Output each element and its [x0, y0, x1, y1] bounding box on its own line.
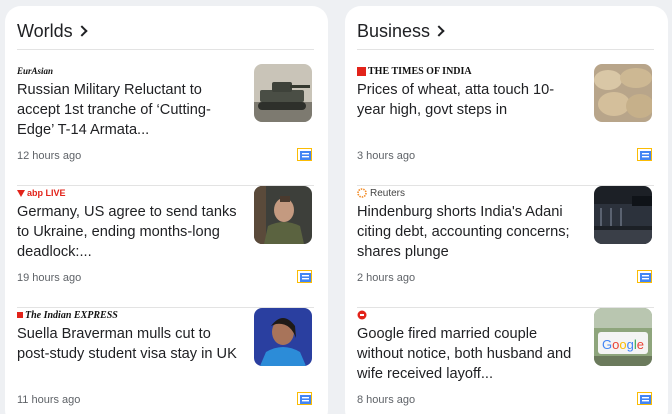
article-thumbnail[interactable]: Google — [594, 308, 652, 366]
source-logo-abp-live: abp LIVE — [17, 186, 66, 200]
article-thumbnail[interactable] — [254, 308, 312, 366]
business-section-header[interactable]: Business — [357, 20, 654, 50]
svg-text:Google: Google — [602, 337, 644, 352]
full-coverage-icon[interactable] — [297, 270, 312, 283]
article-time: 3 hours ago — [357, 150, 416, 162]
world-section-header[interactable]: Worlds — [17, 20, 314, 50]
indian-express-logo-icon — [17, 312, 23, 318]
article-thumbnail[interactable] — [254, 186, 312, 244]
chevron-right-icon[interactable] — [76, 25, 88, 37]
source-logo-reuters: Reuters — [357, 186, 405, 200]
article-headline[interactable]: Hindenburg shorts India's Adani citing d… — [357, 202, 582, 262]
source-logo-times-of-india: THE TIMES OF INDIA — [357, 64, 472, 78]
full-coverage-icon[interactable] — [637, 392, 652, 405]
business-section-title[interactable]: Business — [357, 20, 430, 42]
article-time: 12 hours ago — [17, 150, 82, 162]
business-article-2[interactable]: Reuters Hindenburg shorts India's Adani … — [357, 186, 654, 308]
article-headline[interactable]: Prices of wheat, atta touch 10-year high… — [357, 80, 582, 120]
world-article-1[interactable]: EurAsian Russian Military Reluctant to a… — [17, 64, 314, 186]
article-thumbnail[interactable] — [254, 64, 312, 122]
article-headline[interactable]: Google fired married couple without noti… — [357, 324, 582, 384]
full-coverage-icon[interactable] — [297, 148, 312, 161]
full-coverage-icon[interactable] — [637, 270, 652, 283]
world-article-3[interactable]: The Indian EXPRESS Suella Braverman mull… — [17, 308, 314, 414]
abp-logo-icon — [17, 189, 25, 197]
source-logo-publisher — [357, 308, 367, 322]
article-thumbnail[interactable] — [594, 186, 652, 244]
world-article-2[interactable]: abp LIVE Germany, US agree to send tanks… — [17, 186, 314, 308]
source-logo-indian-express: The Indian EXPRESS — [17, 308, 118, 322]
article-time: 19 hours ago — [17, 272, 82, 284]
toi-logo-icon — [357, 66, 366, 76]
world-section-title[interactable]: Worlds — [17, 20, 73, 42]
business-article-1[interactable]: THE TIMES OF INDIA Prices of wheat, atta… — [357, 64, 654, 186]
article-time: 8 hours ago — [357, 394, 416, 406]
chevron-right-icon[interactable] — [433, 25, 445, 37]
article-time: 2 hours ago — [357, 272, 416, 284]
source-logo-eurasian: EurAsian — [17, 66, 54, 76]
business-article-3[interactable]: Google fired married couple without noti… — [357, 308, 654, 414]
article-time: 11 hours ago — [17, 394, 81, 406]
article-headline[interactable]: Suella Braverman mulls cut to post-study… — [17, 324, 242, 364]
reuters-logo-icon — [357, 188, 367, 198]
article-headline[interactable]: Russian Military Reluctant to accept 1st… — [17, 80, 242, 140]
world-card: Worlds EurAsian Russian Military Relucta… — [5, 6, 328, 414]
article-thumbnail[interactable] — [594, 64, 652, 122]
full-coverage-icon[interactable] — [637, 148, 652, 161]
business-card: Business THE TIMES OF INDIA Prices of wh… — [345, 6, 668, 414]
publisher-logo-icon — [357, 310, 367, 320]
article-headline[interactable]: Germany, US agree to send tanks to Ukrai… — [17, 202, 242, 262]
full-coverage-icon[interactable] — [297, 392, 312, 405]
